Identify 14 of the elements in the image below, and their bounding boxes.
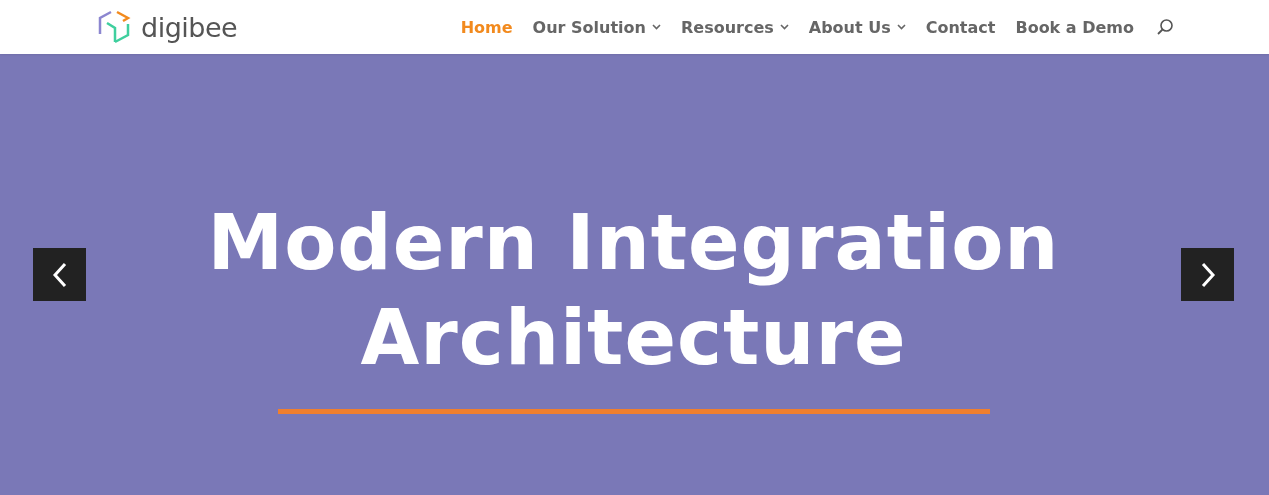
nav-link[interactable]: Book a Demo — [1015, 17, 1134, 37]
nav-link[interactable]: Our Solution — [532, 17, 661, 37]
cube-logo-icon — [97, 10, 133, 44]
next-slide-button[interactable] — [1181, 248, 1234, 301]
nav-link[interactable]: About Us — [808, 17, 906, 37]
logo-wordmark[interactable]: digibee — [141, 11, 238, 43]
hero-title: Architecture — [360, 292, 907, 384]
chevron-left-icon — [51, 261, 68, 288]
nav-link[interactable]: Resources — [680, 17, 789, 37]
hero-title: Modern Integration — [207, 197, 1060, 289]
chevron-right-icon — [1199, 261, 1216, 288]
search-icon[interactable] — [1156, 18, 1174, 36]
previous-slide-button[interactable] — [33, 248, 86, 301]
nav-link[interactable]: Contact — [925, 17, 996, 37]
